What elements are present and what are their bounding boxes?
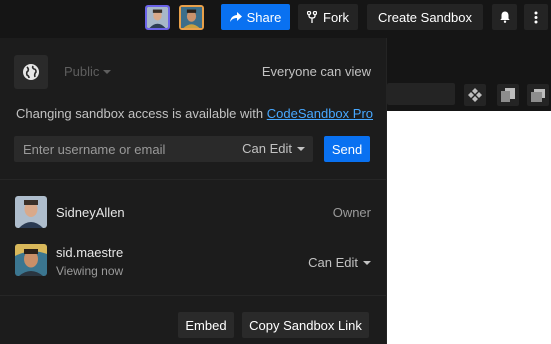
fork-icon: [307, 10, 317, 23]
copy-link-label: Copy Sandbox Link: [249, 317, 362, 333]
invite-permission-value: Can Edit: [242, 141, 292, 156]
collaborator-role-value: Owner: [332, 205, 371, 220]
collaborator-role-value: Can Edit: [308, 255, 358, 270]
collaborator-row: sid.maestre Viewing now Can Edit: [15, 244, 371, 278]
top-bar: Share Fork Create Sandbox: [0, 0, 551, 38]
pro-notice-text: Changing sandbox access is available wit…: [16, 106, 267, 121]
send-label: Send: [331, 141, 363, 157]
collaborator-name: sid.maestre: [56, 245, 124, 260]
open-window-icon[interactable]: [527, 84, 549, 106]
avatar: [15, 244, 47, 276]
chevron-down-icon: [297, 146, 305, 151]
collaborator-role-select[interactable]: Can Edit: [308, 255, 371, 270]
collaborator-avatar-sidneyallen[interactable]: [145, 5, 170, 30]
share-popover: Public Everyone can view Changing sandbo…: [0, 38, 387, 344]
globe-icon: [14, 55, 48, 89]
collaborator-row: SidneyAllen Owner: [15, 196, 371, 230]
divider: [0, 179, 386, 180]
visibility-label: Everyone can view: [261, 64, 371, 79]
avatar: [15, 196, 47, 228]
pro-notice: Changing sandbox access is available wit…: [16, 106, 373, 121]
codesandbox-pro-link[interactable]: CodeSandbox Pro: [267, 106, 373, 121]
share-button[interactable]: Share: [221, 4, 290, 30]
more-menu-button[interactable]: [524, 4, 548, 30]
chevron-down-icon: [363, 260, 371, 265]
embed-label: Embed: [185, 317, 227, 333]
privacy-row: Public Everyone can view: [14, 55, 371, 89]
copy-icon[interactable]: [497, 84, 519, 106]
share-arrow-icon: [229, 11, 242, 22]
invite-input[interactable]: [14, 136, 234, 162]
preview-pane: [387, 111, 551, 344]
invite-field: Can Edit: [14, 136, 313, 162]
bell-icon: [499, 11, 510, 23]
embed-button[interactable]: Embed: [178, 312, 234, 338]
create-sandbox-button[interactable]: Create Sandbox: [367, 4, 483, 30]
chevron-down-icon: [103, 69, 112, 74]
privacy-value: Public: [64, 64, 100, 79]
copy-sandbox-link-button[interactable]: Copy Sandbox Link: [242, 312, 369, 338]
more-vertical-icon: [534, 11, 538, 23]
fork-label: Fork: [323, 9, 349, 25]
divider: [0, 295, 386, 296]
privacy-select[interactable]: Public: [64, 64, 112, 79]
send-button[interactable]: Send: [324, 136, 370, 162]
fork-button[interactable]: Fork: [298, 4, 358, 30]
notifications-button[interactable]: [492, 4, 517, 30]
collaborator-status: Viewing now: [56, 264, 124, 278]
invite-permission-select[interactable]: Can Edit: [242, 141, 305, 156]
collaborator-role: Owner: [333, 205, 371, 220]
collaborator-avatar-sid-maestre[interactable]: [179, 5, 204, 30]
share-label: Share: [246, 9, 282, 25]
create-sandbox-label: Create Sandbox: [378, 9, 472, 25]
preview-toggle-icon[interactable]: [464, 84, 486, 106]
preview-url-bar[interactable]: [387, 83, 455, 105]
collaborator-name: SidneyAllen: [56, 205, 125, 220]
